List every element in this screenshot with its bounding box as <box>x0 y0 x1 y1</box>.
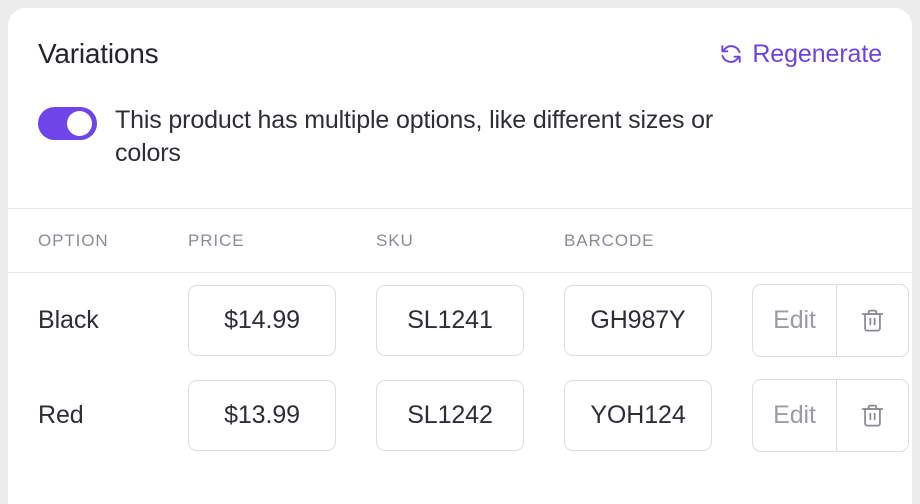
column-header-option: OPTION <box>38 230 109 250</box>
column-header-barcode: BARCODE <box>564 230 655 250</box>
toggle-knob <box>67 111 92 136</box>
price-input[interactable]: $14.99 <box>188 285 336 356</box>
table-row: Black $14.99 SL1241 GH987Y Edit <box>8 273 912 368</box>
cell-option: Black <box>38 306 99 334</box>
sku-input[interactable]: SL1242 <box>376 380 524 451</box>
refresh-icon <box>719 42 743 66</box>
card-header: Variations Regenerate This product has m… <box>8 8 912 208</box>
sku-input[interactable]: SL1241 <box>376 285 524 356</box>
table-header-row: OPTION PRICE SKU BARCODE <box>8 209 912 272</box>
multiple-options-toggle[interactable] <box>38 107 97 140</box>
barcode-input[interactable]: YOH124 <box>564 380 712 451</box>
delete-button[interactable] <box>837 380 908 451</box>
trash-icon <box>859 402 886 429</box>
multiple-options-toggle-row: This product has multiple options, like … <box>38 104 882 170</box>
edit-button[interactable]: Edit <box>753 285 837 356</box>
variations-card: Variations Regenerate This product has m… <box>8 8 912 504</box>
trash-icon <box>859 307 886 334</box>
barcode-input[interactable]: GH987Y <box>564 285 712 356</box>
delete-button[interactable] <box>837 285 908 356</box>
row-action-group: Edit <box>752 284 909 357</box>
column-header-price: PRICE <box>188 230 245 250</box>
regenerate-button[interactable]: Regenerate <box>719 40 882 69</box>
page-title: Variations <box>38 38 159 69</box>
price-input[interactable]: $13.99 <box>188 380 336 451</box>
row-actions: Edit <box>752 379 909 452</box>
column-header-sku: SKU <box>376 230 414 250</box>
title-row: Variations Regenerate <box>38 34 882 74</box>
regenerate-label: Regenerate <box>752 39 882 68</box>
page-background: Variations Regenerate This product has m… <box>0 0 920 504</box>
table-row: Red $13.99 SL1242 YOH124 Edit <box>8 368 912 463</box>
multiple-options-toggle-label: This product has multiple options, like … <box>115 106 714 167</box>
variations-table: OPTION PRICE SKU BARCODE Black $14.99 SL… <box>8 209 912 463</box>
row-action-group: Edit <box>752 379 909 452</box>
row-actions: Edit <box>752 284 909 357</box>
cell-option: Red <box>38 401 84 429</box>
edit-button[interactable]: Edit <box>753 380 837 451</box>
